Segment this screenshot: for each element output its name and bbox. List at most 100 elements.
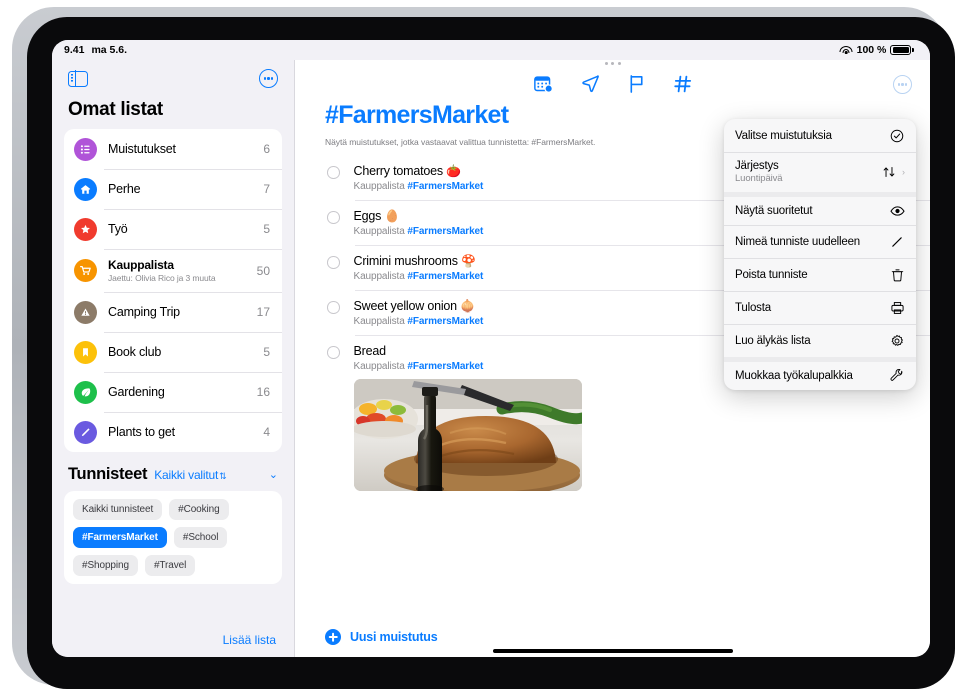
onion-icon: 🧅 [460, 299, 475, 313]
sidebar-item-book-club[interactable]: Book club 5 [64, 332, 282, 372]
tag-pill-cooking[interactable]: #Cooking [169, 499, 229, 520]
menu-item-nimea-tunniste-uudelleen[interactable]: Nimeä tunniste uudelleen [724, 225, 916, 258]
reminder-complete-circle[interactable] [327, 211, 340, 224]
sidebar-title: Omat listat [68, 99, 163, 120]
list-count: 50 [256, 263, 270, 278]
reminder-tag[interactable]: #FarmersMarket [407, 316, 483, 327]
tag-pill-shopping[interactable]: #Shopping [73, 555, 138, 576]
bread-loaf-photo[interactable] [353, 379, 582, 491]
reminder-list: Kauppalista [353, 226, 405, 237]
tags-filter-button[interactable]: Kaikki valitut⇅ [154, 468, 226, 482]
wifi-icon [839, 45, 853, 55]
main-content: #FarmersMarket Näytä muistutukset, jotka… [295, 60, 930, 657]
list-name: Camping Trip [108, 305, 180, 319]
list-name: Perhe [108, 182, 141, 196]
sidebar-item-gardening[interactable]: Gardening 16 [64, 372, 282, 412]
flag-icon[interactable] [628, 74, 646, 93]
tags-filter-label: Kaikki valitut [154, 467, 219, 482]
menu-item-luo-alykas-lista[interactable]: Luo älykäs lista [724, 324, 916, 357]
tag-pill-all[interactable]: Kaikki tunnisteet [73, 499, 163, 520]
sidebar-more-icon[interactable] [259, 69, 278, 88]
reminder-title: Eggs [353, 209, 382, 223]
tent-icon [74, 300, 97, 324]
menu-label: Muokkaa työkalupalkkia [735, 370, 853, 382]
reminder-tag[interactable]: #FarmersMarket [407, 226, 483, 237]
chevron-down-icon[interactable]: ⌄ [269, 468, 278, 481]
trash-icon [889, 268, 905, 282]
reminder-complete-circle[interactable] [327, 166, 340, 179]
reminder-complete-circle[interactable] [327, 301, 340, 314]
status-date: ma 5.6. [91, 44, 128, 56]
main-more-icon[interactable] [893, 75, 912, 94]
sidebar-item-kauppalista[interactable]: Kauppalista Jaettu: Olivia Rico ja 3 muu… [64, 249, 282, 292]
menu-label: Poista tunniste [735, 268, 808, 281]
tag-pill-farmersmarket[interactable]: #FarmersMarket [73, 527, 167, 548]
list-name: Plants to get [108, 425, 175, 439]
list-count: 17 [256, 305, 270, 319]
reminder-tag[interactable]: #FarmersMarket [407, 361, 483, 372]
mushroom-icon: 🍄 [461, 254, 476, 268]
wrench-icon [889, 369, 905, 383]
bulleted-list-icon [74, 137, 97, 161]
list-name: Muistutukset [108, 142, 176, 156]
menu-item-nayta-suoritetut[interactable]: Näytä suoritetut [724, 192, 916, 225]
reminder-complete-circle[interactable] [327, 346, 340, 359]
tomato-icon: 🍅 [446, 164, 461, 178]
context-menu: Valitse muistutuksia Järjestys Luontipäi… [724, 119, 916, 390]
add-list-button[interactable]: Lisää lista [52, 623, 294, 657]
new-reminder-label: Uusi muistutus [350, 630, 438, 644]
sidebar-item-muistutukset[interactable]: Muistutukset 6 [64, 129, 282, 169]
pencil-icon [889, 235, 905, 249]
list-name: Kauppalista [108, 258, 174, 272]
reminder-list: Kauppalista [353, 181, 405, 192]
tags-header: Tunnisteet Kaikki valitut⇅ ⌄ [64, 452, 282, 491]
checkmark-circle-icon [889, 129, 905, 143]
reminder-complete-circle[interactable] [327, 256, 340, 269]
menu-label: Nimeä tunniste uudelleen [735, 235, 860, 248]
list-count: 6 [263, 142, 270, 156]
pencil-icon [74, 420, 97, 444]
tag-pill-school[interactable]: #School [173, 527, 228, 548]
tags-title: Tunnisteet [68, 465, 148, 483]
chevron-right-icon: › [902, 167, 905, 177]
list-name: Työ [108, 222, 128, 236]
sidebar-toggle-icon[interactable] [68, 69, 88, 88]
menu-label: Valitse muistutuksia [735, 129, 832, 142]
sidebar-item-perhe[interactable]: Perhe 7 [64, 169, 282, 209]
sidebar-item-plants-to-get[interactable]: Plants to get 4 [64, 412, 282, 452]
tag-pill-travel[interactable]: #Travel [144, 555, 196, 576]
list-count: 16 [256, 385, 270, 399]
reminder-list: Kauppalista [353, 316, 405, 327]
menu-sublabel: Luontipäivä [735, 173, 783, 184]
menu-label: Näytä suoritetut [735, 205, 813, 217]
menu-item-muokkaa-tyokalupalkkia[interactable]: Muokkaa työkalupalkkia [724, 357, 916, 390]
sidebar: Omat listat Muistutukset 6 Perhe 7 Työ 5… [52, 60, 295, 657]
main-toolbar [295, 60, 930, 97]
status-time: 9.41 [64, 44, 85, 56]
sidebar-item-tyo[interactable]: Työ 5 [64, 209, 282, 249]
up-down-stepper-icon: ⇅ [219, 470, 227, 481]
sidebar-item-camping-trip[interactable]: Camping Trip 17 [64, 292, 282, 332]
shopping-cart-icon [74, 259, 97, 282]
egg-icon: 🥚 [384, 209, 400, 223]
menu-item-valitse-muistutuksia[interactable]: Valitse muistutuksia [724, 119, 916, 152]
menu-item-jarjestys[interactable]: Järjestys Luontipäivä › [724, 152, 916, 192]
ipad-device-frame: 9.41 ma 5.6. 100 % Omat listat Muistutuk… [12, 7, 955, 689]
menu-label: Tulosta [735, 301, 771, 314]
list-subtitle: Jaettu: Olivia Rico ja 3 muuta [108, 273, 216, 283]
reminder-title: Crimini mushrooms [353, 254, 458, 268]
navigation-arrow-icon[interactable] [581, 74, 600, 93]
calendar-badge-icon[interactable] [533, 75, 553, 93]
reminder-tag[interactable]: #FarmersMarket [407, 181, 483, 192]
menu-item-tulosta[interactable]: Tulosta [724, 291, 916, 324]
printer-icon [889, 301, 905, 315]
list-count: 5 [263, 222, 270, 236]
menu-item-poista-tunniste[interactable]: Poista tunniste [724, 258, 916, 291]
hashtag-icon[interactable] [673, 75, 692, 93]
reminder-title: Bread [353, 344, 387, 358]
list-count: 4 [263, 425, 270, 439]
list-name: Book club [108, 345, 162, 359]
reminder-tag[interactable]: #FarmersMarket [407, 271, 483, 282]
multitasking-handle-icon[interactable] [604, 62, 621, 65]
sort-arrows-icon [881, 165, 897, 179]
